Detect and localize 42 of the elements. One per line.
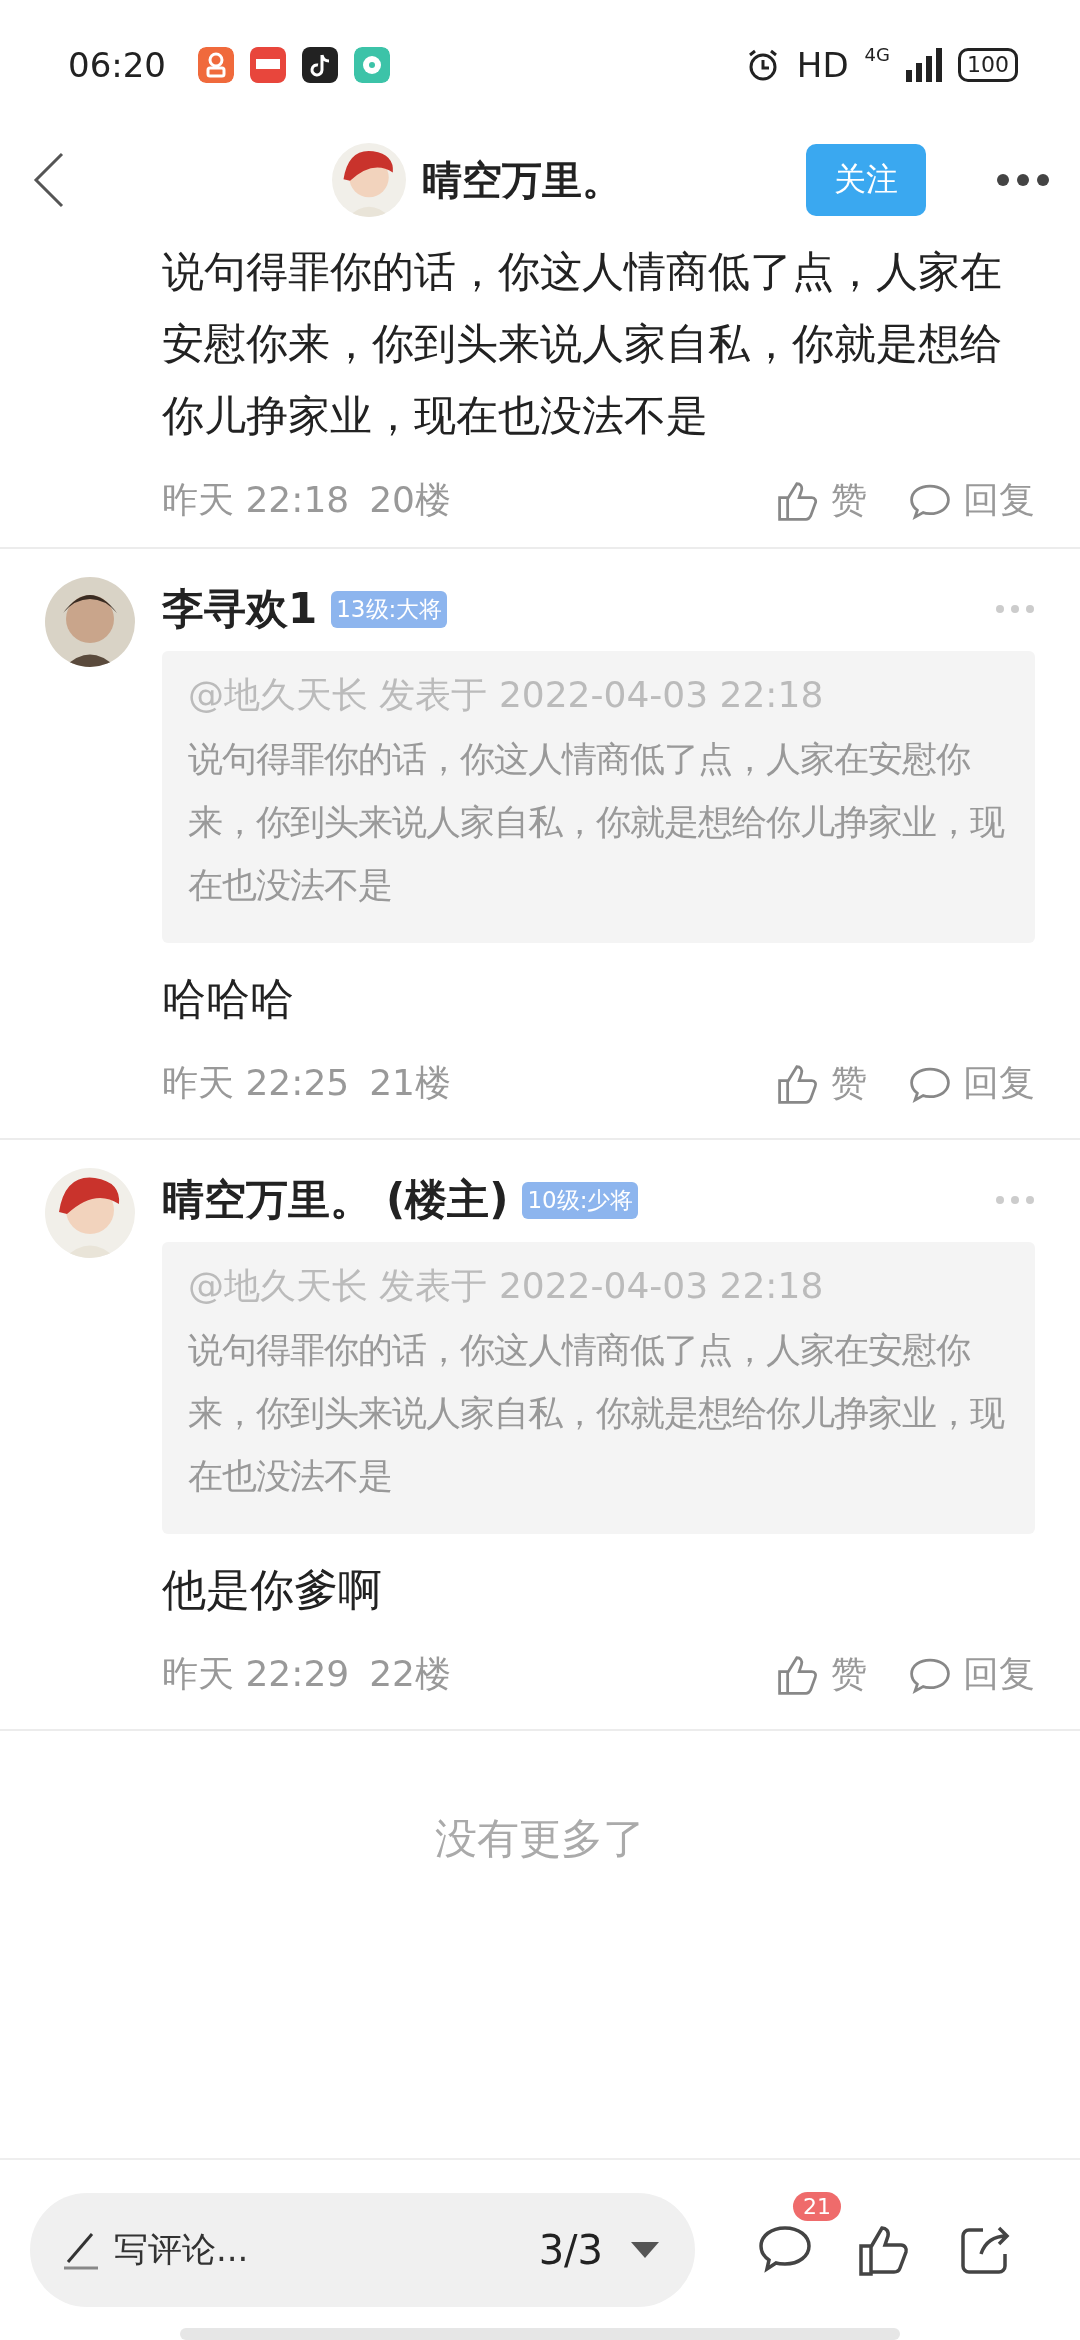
signal-icon bbox=[906, 48, 942, 82]
comment-count-badge: 21 bbox=[793, 2192, 841, 2221]
page-title: 晴空万里。 bbox=[422, 155, 622, 205]
comment-text: 说句得罪你的话，你这人情商低了点，人家在安慰你来，你到头来说人家自私，你就是想给你儿挣家业，现在也没法不是 bbox=[162, 246, 1003, 442]
hd-indicator: HD bbox=[796, 45, 849, 85]
follow-button[interactable]: 关注 bbox=[806, 144, 926, 216]
end-of-list-text: 没有更多了 bbox=[434, 1813, 646, 1865]
author-tag: (楼主) bbox=[386, 1172, 509, 1228]
username[interactable]: 李寻欢1 bbox=[162, 581, 318, 637]
post-time: 昨天 22:29 bbox=[162, 1652, 350, 1696]
post-time: 昨天 22:18 bbox=[162, 478, 350, 522]
quote-source: @地久天长 发表于 2022-04-03 22:18 bbox=[188, 673, 825, 717]
more-icon[interactable] bbox=[996, 173, 1050, 187]
battery-level: 100 bbox=[958, 48, 1018, 82]
reply-link[interactable]: 回复 bbox=[963, 1650, 1035, 1699]
level-badge: 10级:少将 bbox=[522, 1181, 639, 1219]
caret-icon[interactable] bbox=[631, 2240, 659, 2260]
quote-text: 说句得罪你的话，你这人情商低了点，人家在安慰你来，你到头来说人家自私，你就是想给你儿挣家业，现在也没法不是 bbox=[188, 738, 1006, 907]
like-link[interactable]: 赞 bbox=[831, 476, 867, 525]
app-icon bbox=[250, 47, 286, 83]
app-icon bbox=[354, 47, 390, 83]
placeholder-text: 写评论... bbox=[114, 2228, 250, 2271]
network-type: 4G bbox=[864, 44, 890, 65]
comment-text: 他是你爹啊 bbox=[162, 1563, 383, 1617]
floor-number: 22楼 bbox=[369, 1652, 451, 1696]
reply-link[interactable]: 回复 bbox=[963, 476, 1035, 525]
app-icon bbox=[198, 47, 234, 83]
quote-source: @地久天长 发表于 2022-04-03 22:18 bbox=[188, 1264, 825, 1308]
comment-field[interactable]: 写评论... 3/3 bbox=[30, 2193, 695, 2307]
post-time: 昨天 22:25 bbox=[162, 1061, 350, 1105]
like-link[interactable]: 赞 bbox=[831, 1059, 867, 1108]
level-badge: 13级:大将 bbox=[331, 590, 448, 628]
like-link[interactable]: 赞 bbox=[831, 1650, 867, 1699]
quote-text: 说句得罪你的话，你这人情商低了点，人家在安慰你来，你到头来说人家自私，你就是想给你儿挣家业，现在也没法不是 bbox=[188, 1329, 1006, 1498]
music-note-icon bbox=[302, 47, 338, 83]
floor-number: 21楼 bbox=[369, 1061, 451, 1105]
clock: 06:20 bbox=[68, 45, 166, 85]
floor-number: 20楼 bbox=[369, 478, 451, 522]
comment-text: 哈哈哈 bbox=[162, 972, 295, 1026]
page-indicator: 3/3 bbox=[538, 2227, 603, 2273]
reply-link[interactable]: 回复 bbox=[963, 1059, 1035, 1108]
username[interactable]: 晴空万里。 bbox=[162, 1172, 372, 1228]
